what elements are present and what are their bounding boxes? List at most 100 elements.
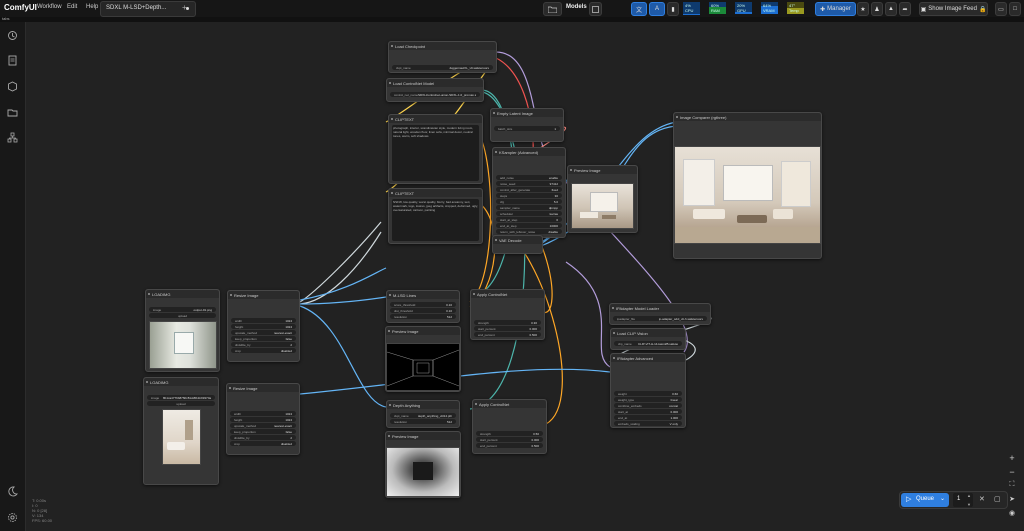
- node-preview-lines[interactable]: Preview Image: [385, 326, 461, 392]
- widget-return-with-leftover-noise[interactable]: return_with_leftover_noise disable: [496, 229, 562, 234]
- node-resize-image-2[interactable]: Resize Image width 1024 height 1024 upscal…: [226, 383, 300, 455]
- node-title-bar[interactable]: Load ControlNet Model: [387, 79, 483, 87]
- app-logo[interactable]: ComfyUI: [4, 3, 37, 12]
- zoom-in-icon[interactable]: +: [1005, 453, 1019, 467]
- widget-weight-type[interactable]: weight_type linear: [614, 397, 682, 402]
- node-load-clip-vision[interactable]: Load CLIP Vision clip_name CLIP-ViT-H-14-…: [610, 328, 686, 350]
- node-title-bar[interactable]: VAE Decode: [493, 236, 542, 244]
- theme-icon[interactable]: [7, 486, 18, 497]
- widget-strength[interactable]: strength 0.30: [474, 320, 541, 325]
- widget-add-noise[interactable]: add_noise enable: [496, 175, 562, 180]
- node-title-bar[interactable]: M-LSD Lines: [387, 291, 459, 299]
- collapse-dot-icon[interactable]: [146, 381, 148, 383]
- node-title-bar[interactable]: Depth Anything: [387, 401, 459, 409]
- collapse-dot-icon[interactable]: [391, 192, 393, 194]
- node-title-bar[interactable]: LOADIMG: [144, 378, 218, 386]
- node-ksampler-advanced[interactable]: KSampler (Advanced) add_noise enable nois…: [492, 147, 566, 238]
- widget-embeds-scaling[interactable]: embeds_scaling V only: [614, 421, 682, 426]
- cancel-icon[interactable]: ✕: [979, 495, 985, 503]
- stop-icon[interactable]: ▢: [994, 495, 1001, 503]
- node-title-bar[interactable]: CLIPTEXT: [389, 189, 482, 197]
- node-load-checkpoint[interactable]: Load Checkpoint ckpt_name JuggernautXL_v9…: [388, 41, 497, 73]
- collapse-dot-icon[interactable]: [389, 82, 391, 84]
- fullscreen-button[interactable]: □: [1009, 2, 1021, 16]
- node-title-bar[interactable]: Preview Image: [386, 432, 460, 440]
- widget-steps[interactable]: steps 30: [496, 193, 562, 198]
- collapse-dot-icon[interactable]: [495, 239, 497, 241]
- subtab-label[interactable]: tabs: [2, 16, 10, 21]
- stepper-down-icon[interactable]: ▼: [967, 502, 971, 507]
- history-icon[interactable]: [7, 30, 18, 41]
- widget-weight[interactable]: weight 0.60: [614, 391, 682, 396]
- widget-control-after-generate[interactable]: control_after_generate fixed: [496, 187, 562, 192]
- widget-end-at[interactable]: end_at 1.000: [614, 415, 682, 420]
- node-title-bar[interactable]: Image Comparer (rgthree): [674, 113, 821, 121]
- negative-prompt-textarea[interactable]: NSFW, low quality, worst quality, blurry…: [392, 199, 479, 241]
- collapse-dot-icon[interactable]: [613, 332, 615, 334]
- node-title-bar[interactable]: Preview Image: [386, 327, 460, 335]
- widget-end-percent[interactable]: end_percent 0.500: [476, 443, 543, 448]
- collapse-dot-icon[interactable]: [612, 307, 614, 309]
- menu-edit[interactable]: Edit: [67, 4, 77, 10]
- queue-icon[interactable]: [7, 55, 18, 66]
- node-load-image-1[interactable]: LOADIMG image output-01.png upload: [145, 289, 220, 372]
- node-vae-decode[interactable]: VAE Decode: [492, 235, 543, 254]
- translate-button[interactable]: 文: [631, 2, 647, 16]
- widget-control-net-name[interactable]: control_net_name SDXL/controlnet-union-SD…: [390, 92, 480, 97]
- node-title-bar[interactable]: Load Checkpoint: [389, 42, 496, 50]
- node-depth-anything[interactable]: Depth Anything ckpt_name depth_anything_v…: [386, 400, 460, 428]
- collapse-dot-icon[interactable]: [388, 435, 390, 437]
- widget-width[interactable]: width 1024: [231, 318, 296, 323]
- widget-divisible-by[interactable]: divisible_by 2: [231, 342, 296, 347]
- widget-image[interactable]: image output-01.png: [149, 307, 216, 312]
- collapse-dot-icon[interactable]: [473, 293, 475, 295]
- translate-toggle-button[interactable]: A: [649, 2, 665, 16]
- collapse-dot-icon[interactable]: [230, 294, 232, 296]
- widget-resolution[interactable]: resolution 512: [390, 314, 456, 319]
- widget-upscale-method[interactable]: upscale_method nearest-exact: [231, 330, 296, 335]
- node-title-bar[interactable]: Apply ControlNet: [471, 290, 544, 298]
- node-preview-image-result[interactable]: Preview Image: [567, 165, 638, 233]
- widget-resolution[interactable]: resolution 512: [390, 419, 456, 424]
- settings-icon[interactable]: [7, 512, 18, 523]
- node-title-bar[interactable]: Resize Image: [228, 291, 299, 299]
- widget-keep-proportion[interactable]: keep_proportion false: [231, 336, 296, 341]
- node-graph-canvas[interactable]: Load Checkpoint ckpt_name JuggernautXL_v9…: [26, 22, 1024, 531]
- collapse-dot-icon[interactable]: [570, 169, 572, 171]
- node-load-image-2[interactable]: LOADIMG image 8b1ca4776b87f9fc81dd5b1b993…: [143, 377, 219, 485]
- node-title-bar[interactable]: Empty Latent Image: [491, 109, 563, 117]
- widget-divisible-by[interactable]: divisible_by 2: [230, 435, 296, 440]
- collapse-dot-icon[interactable]: [388, 330, 390, 332]
- collapse-dot-icon[interactable]: [229, 387, 231, 389]
- widget-cfg[interactable]: cfg 5.0: [496, 199, 562, 204]
- node-title-bar[interactable]: Preview Image: [568, 166, 637, 174]
- collapse-dot-icon[interactable]: [475, 403, 477, 405]
- node-negative-prompt[interactable]: CLIPTEXT NSFW, low quality, worst qualit…: [388, 188, 483, 244]
- folder-dropdown-button[interactable]: [543, 2, 562, 16]
- chevron-down-icon[interactable]: ⌄: [940, 495, 945, 502]
- star-button[interactable]: ★: [857, 2, 869, 16]
- widget-start-percent[interactable]: start_percent 0.000: [476, 437, 543, 442]
- node-title-bar[interactable]: IPAdapter Advanced: [611, 354, 685, 362]
- node-title-bar[interactable]: CLIPTEXT: [389, 115, 482, 123]
- node-load-controlnet[interactable]: Load ControlNet Model control_net_name SD…: [386, 78, 484, 102]
- collapse-dot-icon[interactable]: [495, 151, 497, 153]
- widget-combine-embeds[interactable]: combine_embeds concat: [614, 403, 682, 408]
- widget-start-at[interactable]: start_at 0.000: [614, 409, 682, 414]
- models-label[interactable]: Models: [566, 4, 587, 10]
- collapse-dot-icon[interactable]: [676, 116, 678, 118]
- widget-ipadapter-file[interactable]: ipadapter_file ip-adapter_sdxl_vit-h.safe…: [613, 316, 707, 321]
- node-resize-image-1[interactable]: Resize Image width 1024 height 1024 upscal…: [227, 290, 300, 362]
- widget-noise-seed[interactable]: noise_seed 97412: [496, 181, 562, 186]
- node-apply-controlnet-1[interactable]: Apply ControlNet strength 0.30 start_perc…: [470, 289, 545, 340]
- widget-height[interactable]: height 1024: [230, 417, 296, 422]
- node-title-bar[interactable]: IPAdapter Model Loader: [610, 304, 710, 312]
- node-title-bar[interactable]: KSampler (Advanced): [493, 148, 565, 156]
- models-panel-button[interactable]: [589, 2, 602, 16]
- collapse-dot-icon[interactable]: [389, 294, 391, 296]
- widget-upscale-method[interactable]: upscale_method nearest-exact: [230, 423, 296, 428]
- widget-score-threshold[interactable]: score_threshold 0.10: [390, 302, 456, 307]
- widget-crop[interactable]: crop disabled: [231, 348, 296, 353]
- collapse-dot-icon[interactable]: [493, 112, 495, 114]
- zoom-out-icon[interactable]: −: [1005, 467, 1019, 481]
